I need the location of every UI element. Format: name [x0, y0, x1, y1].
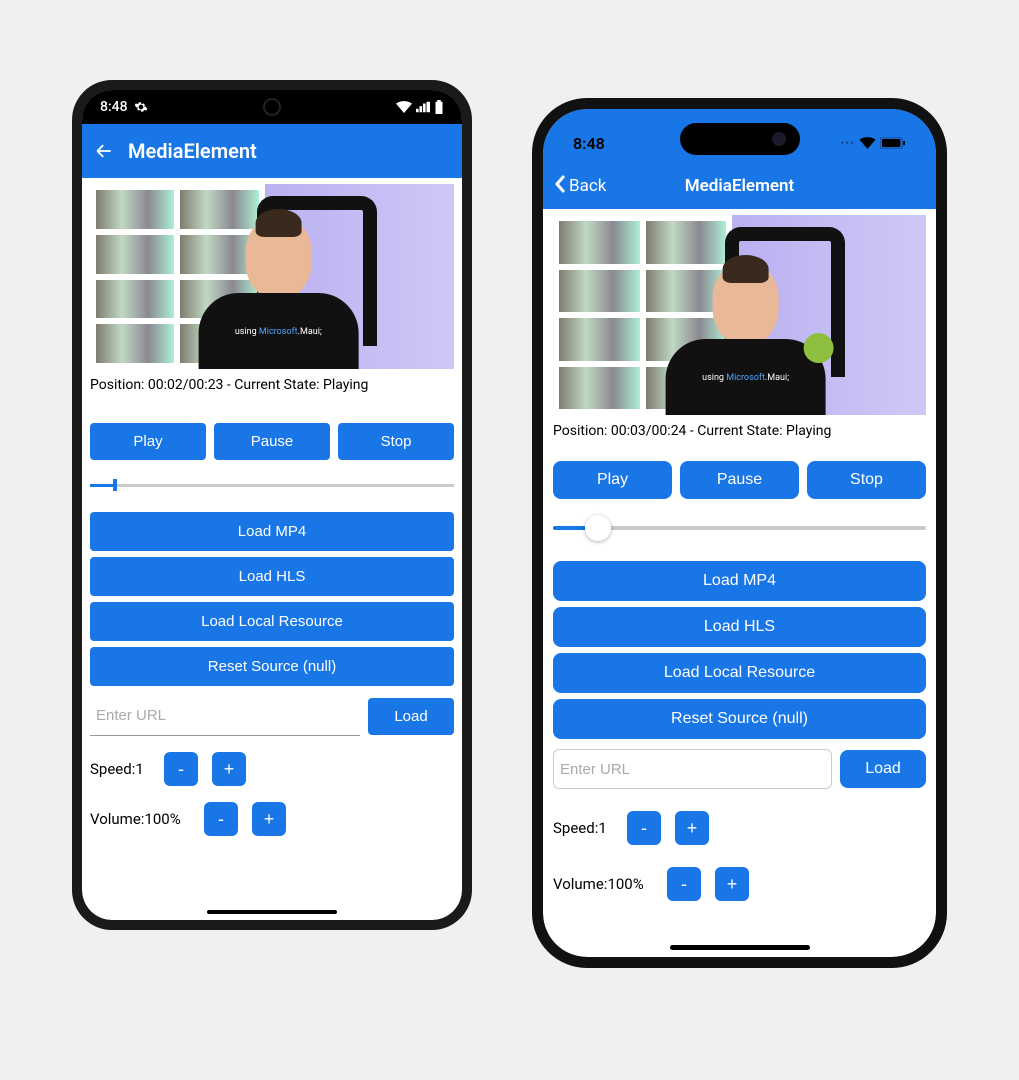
chevron-left-icon: [553, 174, 567, 199]
stop-button[interactable]: Stop: [338, 423, 454, 460]
ios-dynamic-island: [680, 123, 800, 155]
volume-minus-button[interactable]: -: [667, 867, 701, 901]
speed-minus-button[interactable]: -: [164, 752, 198, 786]
volume-label: Volume:100%: [90, 810, 190, 828]
pause-button[interactable]: Pause: [214, 423, 330, 460]
apple-fruit: [804, 333, 834, 363]
android-camera-hole: [265, 100, 279, 114]
volume-label: Volume:100%: [553, 875, 653, 893]
play-button[interactable]: Play: [553, 461, 672, 499]
android-position-slider[interactable]: [90, 478, 454, 492]
signal-icon: [416, 101, 430, 113]
gear-icon: [134, 100, 148, 114]
load-local-button[interactable]: Load Local Resource: [553, 653, 926, 693]
back-button[interactable]: Back: [553, 174, 606, 199]
tshirt-text: using Microsoft.Maui;: [702, 373, 789, 383]
speed-label: Speed:1: [553, 819, 613, 837]
wifi-icon: [396, 101, 412, 113]
volume-plus-button[interactable]: +: [715, 867, 749, 901]
load-local-button[interactable]: Load Local Resource: [90, 602, 454, 641]
ios-page-title: MediaElement: [685, 176, 794, 196]
android-video-player[interactable]: using Microsoft.Maui;: [90, 184, 454, 369]
android-status-time: 8:48: [100, 99, 128, 115]
android-screen: 8:48 MediaElement: [82, 90, 462, 920]
speed-minus-button[interactable]: -: [627, 811, 661, 845]
ios-nav-bar: Back MediaElement: [543, 163, 936, 209]
speed-plus-button[interactable]: +: [675, 811, 709, 845]
load-url-button[interactable]: Load: [368, 698, 454, 735]
android-home-indicator: [207, 910, 337, 914]
battery-icon: [434, 100, 444, 114]
speed-plus-button[interactable]: +: [212, 752, 246, 786]
url-input[interactable]: [90, 696, 360, 736]
url-input[interactable]: [553, 749, 832, 789]
android-page-title: MediaElement: [128, 139, 257, 163]
ios-home-indicator: [670, 945, 810, 950]
speed-label: Speed:1: [90, 760, 150, 778]
pause-button[interactable]: Pause: [680, 461, 799, 499]
battery-icon: [880, 137, 906, 149]
ios-device-frame: 8:48 ••• Back MediaElement: [532, 98, 947, 968]
ios-position-status: Position: 00:03/00:24 - Current State: P…: [553, 421, 926, 441]
play-button[interactable]: Play: [90, 423, 206, 460]
back-arrow-icon[interactable]: [94, 141, 114, 161]
android-device-frame: 8:48 MediaElement: [72, 80, 472, 930]
android-position-status: Position: 00:02/00:23 - Current State: P…: [90, 375, 454, 395]
load-hls-button[interactable]: Load HLS: [553, 607, 926, 647]
ios-position-slider[interactable]: [553, 513, 926, 543]
ios-status-time: 8:48: [573, 134, 605, 153]
ellipsis-icon: •••: [840, 137, 855, 150]
load-mp4-button[interactable]: Load MP4: [90, 512, 454, 551]
ios-screen: 8:48 ••• Back MediaElement: [543, 109, 936, 957]
reset-source-button[interactable]: Reset Source (null): [553, 699, 926, 739]
wifi-icon: [859, 137, 876, 149]
stop-button[interactable]: Stop: [807, 461, 926, 499]
back-label: Back: [569, 176, 606, 196]
load-mp4-button[interactable]: Load MP4: [553, 561, 926, 601]
load-url-button[interactable]: Load: [840, 750, 926, 788]
volume-plus-button[interactable]: +: [252, 802, 286, 836]
ios-video-player[interactable]: using Microsoft.Maui;: [553, 215, 926, 415]
android-app-bar: MediaElement: [82, 124, 462, 178]
tshirt-text: using Microsoft.Maui;: [235, 327, 322, 337]
load-hls-button[interactable]: Load HLS: [90, 557, 454, 596]
reset-source-button[interactable]: Reset Source (null): [90, 647, 454, 686]
volume-minus-button[interactable]: -: [204, 802, 238, 836]
